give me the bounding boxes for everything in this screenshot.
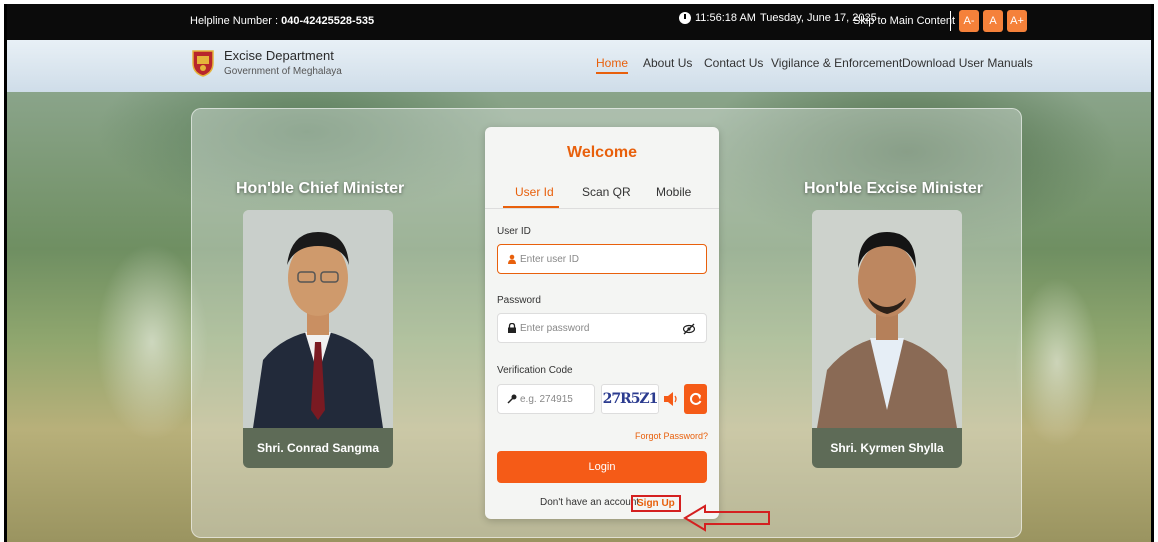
welcome-heading: Welcome xyxy=(567,144,637,161)
excise-minister-photo xyxy=(812,210,962,428)
forgot-password-link[interactable]: Forgot Password? xyxy=(635,431,708,441)
key-icon xyxy=(507,394,517,404)
verification-label: Verification Code xyxy=(497,365,573,376)
captcha-image: 27R5Z1 xyxy=(601,384,659,414)
clock-time: 11:56:18 AM xyxy=(695,12,756,24)
verification-placeholder: e.g. 274915 xyxy=(520,394,573,405)
tab-mobile[interactable]: Mobile xyxy=(656,185,691,199)
tab-divider xyxy=(485,208,719,209)
chief-minister-card: Shri. Conrad Sangma xyxy=(243,210,393,468)
tab-scan-qr[interactable]: Scan QR xyxy=(582,185,631,199)
font-normal-button[interactable]: A xyxy=(983,10,1003,32)
nav-download-user-manuals[interactable]: Download User Manuals xyxy=(902,56,1033,70)
excise-minister-title: Hon'ble Excise Minister xyxy=(804,180,983,197)
top-bar: Helpline Number : 040-42425528-535 11:56… xyxy=(7,4,1151,40)
nav-home[interactable]: Home xyxy=(596,56,629,74)
password-placeholder: Enter password xyxy=(520,323,590,334)
userid-label: User ID xyxy=(497,226,531,237)
helpline-label: Helpline Number : xyxy=(190,15,282,27)
nav-about-us[interactable]: About Us xyxy=(643,56,692,70)
verification-input[interactable]: e.g. 274915 xyxy=(497,384,595,414)
department-emblem-icon[interactable] xyxy=(191,49,215,77)
no-account-text: Don't have an account xyxy=(540,497,640,508)
department-name: Excise Department xyxy=(224,48,334,63)
chief-minister-title: Hon'ble Chief Minister xyxy=(236,180,405,197)
skip-to-main-link[interactable]: Skip to Main Content xyxy=(853,15,955,27)
site-header: Excise Department Government of Meghalay… xyxy=(7,40,1151,92)
helpline: Helpline Number : 040-42425528-535 xyxy=(190,15,374,27)
speaker-icon[interactable] xyxy=(663,387,679,411)
excise-minister-card: Shri. Kyrmen Shylla xyxy=(812,210,962,468)
nav-contact-us[interactable]: Contact Us xyxy=(704,56,763,70)
lock-icon xyxy=(508,323,516,333)
divider xyxy=(950,11,951,31)
chief-minister-name: Shri. Conrad Sangma xyxy=(243,428,393,468)
chief-minister-photo xyxy=(243,210,393,428)
clock: 11:56:18 AM Tuesday, June 17, 2025 xyxy=(679,12,877,24)
signup-link[interactable]: Sign Up xyxy=(631,495,681,512)
refresh-captcha-button[interactable] xyxy=(684,384,707,414)
excise-minister-name: Shri. Kyrmen Shylla xyxy=(812,428,962,468)
annotation-arrow-icon xyxy=(683,504,770,532)
tab-user-id[interactable]: User Id xyxy=(515,185,554,199)
helpline-number: 040-42425528-535 xyxy=(281,15,375,27)
font-increase-button[interactable]: A+ xyxy=(1007,10,1027,32)
department-subtitle: Government of Meghalaya xyxy=(224,66,342,77)
userid-placeholder: Enter user ID xyxy=(520,254,579,265)
font-decrease-button[interactable]: A- xyxy=(959,10,979,32)
login-card: Welcome User Id Scan QR Mobile User ID E… xyxy=(485,127,719,519)
refresh-icon xyxy=(689,392,702,405)
toggle-password-visibility-icon[interactable] xyxy=(683,323,695,335)
user-icon xyxy=(508,254,516,264)
browser-frame: Helpline Number : 040-42425528-535 11:56… xyxy=(4,4,1154,542)
login-button[interactable]: Login xyxy=(497,451,707,483)
clock-icon xyxy=(679,12,691,24)
active-tab-indicator xyxy=(503,206,559,208)
nav-vigilance-enforcement[interactable]: Vigilance & Enforcement xyxy=(771,56,902,70)
password-label: Password xyxy=(497,295,541,306)
userid-input[interactable]: Enter user ID xyxy=(497,244,707,274)
password-input[interactable]: Enter password xyxy=(497,313,707,343)
